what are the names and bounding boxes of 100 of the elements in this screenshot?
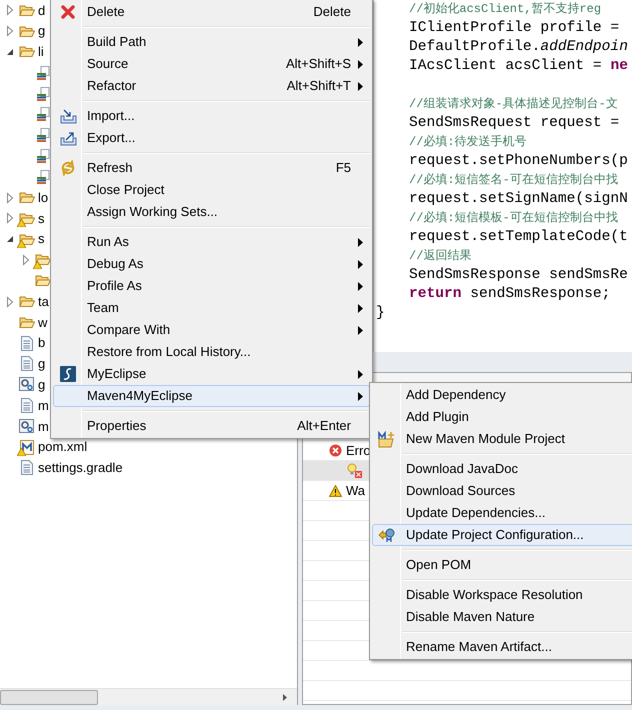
menu-item[interactable]: Source Alt+Shift+S xyxy=(53,53,370,75)
horizontal-scrollbar[interactable] xyxy=(0,688,297,705)
maven-file-icon xyxy=(20,440,34,455)
code-line: return sendSmsResponse; xyxy=(409,285,610,304)
menu-item[interactable]: Import... xyxy=(53,105,370,127)
menu-item[interactable]: Update Dependencies... xyxy=(372,502,632,524)
tree-item-label[interactable]: s xyxy=(38,229,44,249)
delete-icon xyxy=(61,5,75,19)
menu-item[interactable]: Refactor Alt+Shift+T xyxy=(53,75,370,97)
folder-icon xyxy=(35,274,51,288)
code-line: IAcsClient acsClient = ne xyxy=(409,57,628,76)
maven-module-icon xyxy=(378,430,396,448)
menu-item[interactable]: Compare With xyxy=(53,319,370,341)
jar-icon xyxy=(36,107,50,122)
tree-item-label[interactable]: g xyxy=(38,21,46,41)
jar-icon xyxy=(36,170,50,184)
folder-icon xyxy=(19,45,35,58)
folder-icon xyxy=(19,295,35,308)
folder-icon xyxy=(19,191,35,204)
menu-item[interactable]: Build Path xyxy=(53,31,370,53)
code-line: request.setTemplateCode(t xyxy=(409,228,628,247)
settings-file-icon xyxy=(19,418,35,434)
lightbulb-error-icon xyxy=(347,463,362,478)
folder-icon xyxy=(35,253,51,266)
tree-item-label[interactable]: w xyxy=(38,312,48,332)
menu-item[interactable]: Properties Alt+Enter xyxy=(53,415,370,437)
menu-item[interactable]: Team xyxy=(53,297,370,319)
code-line: DefaultProfile.addEndpoin xyxy=(409,38,628,57)
code-line: //必填:待发送手机号 xyxy=(409,134,527,151)
tree-item-label[interactable]: li xyxy=(38,42,44,62)
menu-item[interactable]: Open POM xyxy=(372,554,632,576)
folder-icon xyxy=(19,316,35,329)
menu-item[interactable]: Disable Workspace Resolution xyxy=(372,584,632,606)
code-line: //必填:短信签名-可在短信控制台中找 xyxy=(409,172,618,189)
export-icon xyxy=(60,130,76,146)
tree-item-label[interactable]: settings.gradle xyxy=(38,458,123,478)
menu-item[interactable]: Refresh F5 xyxy=(53,157,370,179)
code-line: request.setSignName(signN xyxy=(409,190,628,209)
expand-arrow-icon[interactable] xyxy=(4,4,16,16)
tree-item-label[interactable]: m xyxy=(38,396,49,416)
scroll-right-arrow-icon[interactable] xyxy=(283,694,287,700)
code-line: SendSmsResponse sendSmsRe xyxy=(409,266,628,285)
code-line: //组装请求对象-具体描述见控制台-文 xyxy=(409,96,618,113)
jar-icon xyxy=(36,86,50,101)
menu-item[interactable]: New Maven Module Project xyxy=(372,428,632,450)
folder-icon xyxy=(19,4,35,17)
jar-icon xyxy=(36,66,50,80)
menu-item[interactable]: Restore from Local History... xyxy=(53,341,370,363)
menu-item[interactable]: Maven4MyEclipse xyxy=(53,385,370,407)
refresh-icon xyxy=(60,160,76,176)
folder-icon xyxy=(19,212,35,225)
expand-arrow-icon[interactable] xyxy=(20,254,32,266)
menu-item[interactable]: Add Plugin xyxy=(372,406,632,428)
menu-item[interactable]: Run As xyxy=(53,231,370,253)
file-icon xyxy=(21,398,33,414)
menu-item[interactable]: Delete Delete xyxy=(53,1,370,23)
menu-item[interactable]: Add Dependency xyxy=(372,384,632,406)
file-icon xyxy=(21,460,33,476)
tree-item-label[interactable]: d xyxy=(38,0,46,20)
menu-item[interactable]: MyEclipse xyxy=(53,363,370,385)
tree-item-label[interactable]: b xyxy=(38,333,46,353)
tree-item-label[interactable]: lo xyxy=(38,188,48,208)
code-line: IClientProfile profile = xyxy=(409,19,620,38)
tree-item-label[interactable]: pom.xml xyxy=(38,437,88,457)
expand-arrow-icon[interactable] xyxy=(4,25,16,38)
file-icon xyxy=(21,356,33,372)
code-line: SendSmsRequest request = xyxy=(409,114,620,133)
tree-item-label[interactable]: ta xyxy=(38,292,49,312)
code-line: //初始化acsClient,暂不支持reg xyxy=(409,1,602,18)
folder-icon xyxy=(19,232,35,246)
menu-item[interactable]: Rename Maven Artifact... xyxy=(372,636,632,658)
menu-item[interactable]: Update Project Configuration... xyxy=(372,524,632,546)
menu-item[interactable]: Download Sources xyxy=(372,480,632,502)
menu-item[interactable]: Close Project xyxy=(53,179,370,201)
expand-arrow-icon[interactable] xyxy=(4,192,16,204)
menu-item[interactable]: Profile As xyxy=(53,275,370,297)
error-icon xyxy=(329,444,342,457)
jar-icon xyxy=(36,148,50,163)
tree-item-label[interactable]: g xyxy=(38,354,46,374)
menu-item[interactable]: Debug As xyxy=(53,253,370,275)
expand-arrow-icon[interactable] xyxy=(4,212,16,224)
menu-item[interactable]: Download JavaDoc xyxy=(372,458,632,480)
menu-item[interactable]: Export... xyxy=(53,127,370,149)
menu-item[interactable]: Disable Maven Nature xyxy=(372,606,632,628)
tree-item-label[interactable]: s xyxy=(38,208,44,228)
update-configuration-icon xyxy=(377,527,397,543)
import-icon xyxy=(60,108,76,124)
tree-item-label[interactable]: m xyxy=(38,416,49,436)
code-line: request.setPhoneNumbers(p xyxy=(409,152,628,171)
myeclipse-icon xyxy=(60,366,76,382)
code-line: //返回结果 xyxy=(409,248,472,265)
folder-icon xyxy=(19,24,35,38)
code-line: //必填:短信模板-可在短信控制台中找 xyxy=(409,210,618,227)
tree-item-label[interactable]: g xyxy=(38,374,46,394)
jar-icon xyxy=(36,128,50,142)
warning-icon xyxy=(329,484,342,496)
menu-item[interactable]: Assign Working Sets... xyxy=(53,201,370,223)
file-icon xyxy=(21,336,33,351)
settings-file-icon xyxy=(19,377,35,392)
expand-arrow-icon[interactable] xyxy=(4,296,16,308)
